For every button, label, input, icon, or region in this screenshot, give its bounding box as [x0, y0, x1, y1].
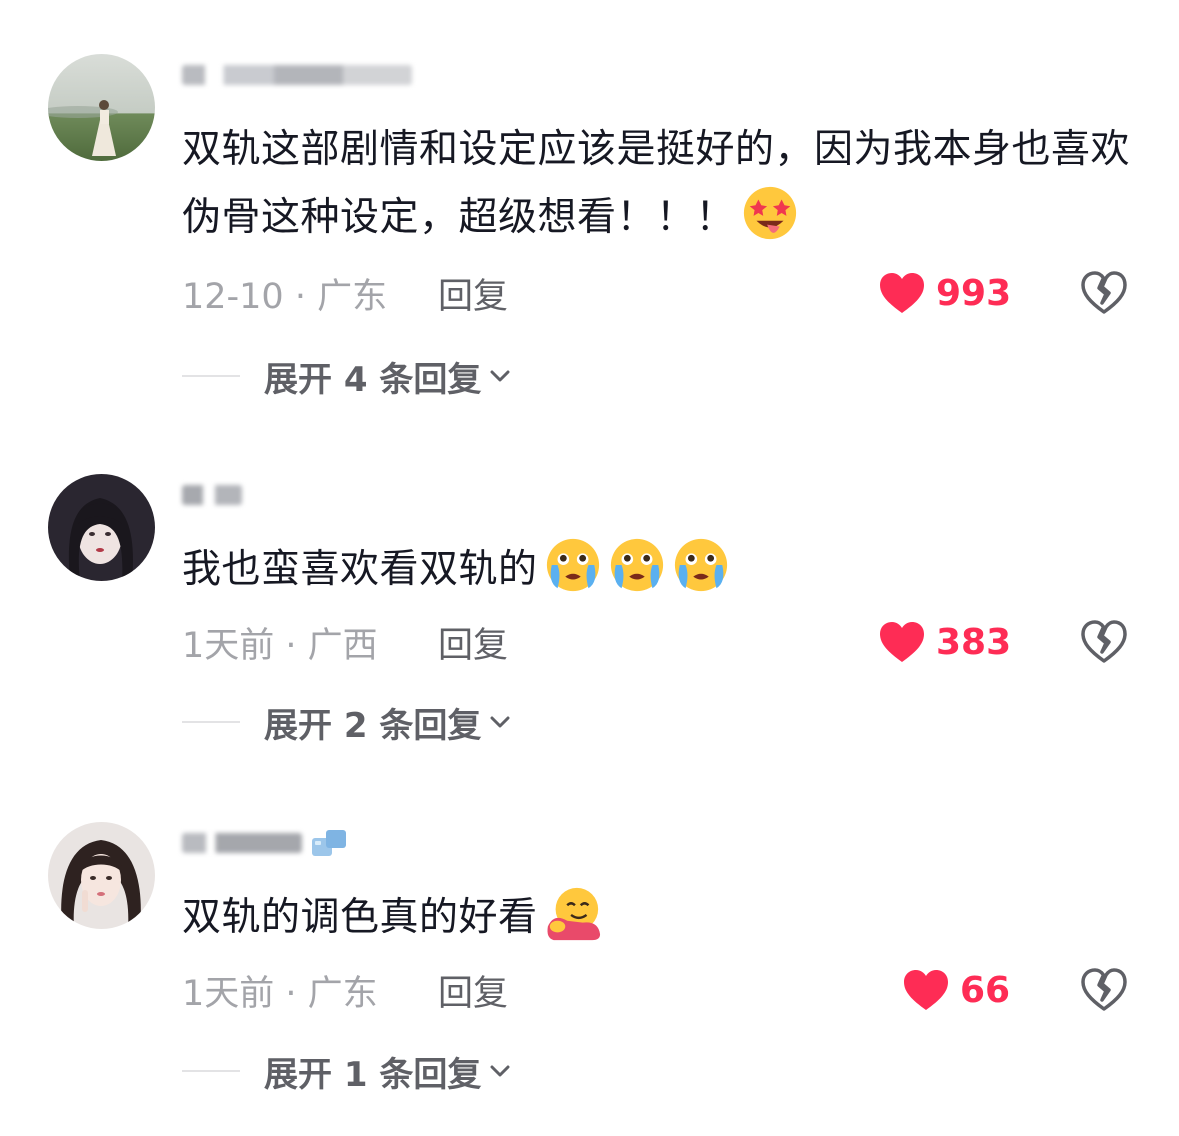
expand-replies-button[interactable]: 展开 4 条回复	[182, 354, 513, 400]
like-button[interactable]: 993	[878, 268, 1011, 318]
like-button[interactable]: 66	[902, 965, 1010, 1015]
reply-button[interactable]: 回复	[438, 965, 508, 1016]
crying-face-emoji	[544, 536, 602, 594]
expand-replies-label: 展开 2 条回复	[264, 705, 482, 746]
hugging-face-emoji	[544, 884, 602, 942]
crying-face-emoji	[608, 536, 666, 594]
starstruck-tongue-emoji	[741, 184, 799, 242]
username-blurred[interactable]	[182, 826, 348, 860]
expand-replies-button[interactable]: 展开 2 条回复	[182, 700, 513, 746]
divider-line	[182, 1070, 240, 1072]
divider-line	[182, 375, 240, 377]
like-button[interactable]: 383	[878, 617, 1011, 667]
comment-meta: 12-10 · 广东 回复	[182, 268, 508, 318]
comment-time-location: 1天前 · 广东	[182, 973, 378, 1014]
expand-replies-label: 展开 4 条回复	[264, 359, 482, 400]
comment-time-location: 12-10 · 广东	[182, 276, 388, 317]
ice-cube-icon	[312, 830, 346, 856]
comment-time-location: 1天前 · 广西	[182, 625, 378, 666]
comment-text: 我也蛮喜欢看双轨的	[182, 536, 1132, 604]
chevron-down-icon	[490, 716, 510, 728]
broken-heart-icon[interactable]	[1080, 967, 1128, 1013]
reply-button[interactable]: 回复	[438, 268, 508, 319]
username-blurred[interactable]	[182, 478, 242, 512]
broken-heart-icon[interactable]	[1080, 619, 1128, 665]
broken-heart-icon[interactable]	[1080, 270, 1128, 316]
like-count: 993	[936, 272, 1012, 314]
heart-icon	[880, 273, 924, 313]
like-count: 66	[960, 969, 1011, 1011]
avatar[interactable]	[48, 822, 155, 929]
expand-replies-label: 展开 1 条回复	[264, 1054, 482, 1095]
chevron-down-icon	[490, 370, 510, 382]
comment-meta: 1天前 · 广西 回复	[182, 617, 508, 667]
username-blurred[interactable]	[182, 58, 412, 92]
like-count: 383	[936, 621, 1012, 663]
comment-text: 双轨这部剧情和设定应该是挺好的，因为我本身也喜欢伪骨这种设定，超级想看！！！	[182, 127, 1131, 242]
comment-meta: 1天前 · 广东 回复	[182, 965, 508, 1015]
heart-icon	[904, 970, 948, 1010]
avatar[interactable]	[48, 474, 155, 581]
divider-line	[182, 721, 240, 723]
comment-text: 双轨的调色真的好看	[182, 884, 1132, 952]
heart-icon	[880, 622, 924, 662]
chevron-down-icon	[490, 1065, 510, 1077]
reply-button[interactable]: 回复	[438, 617, 508, 668]
crying-face-emoji	[672, 536, 730, 594]
avatar[interactable]	[48, 54, 155, 161]
expand-replies-button[interactable]: 展开 1 条回复	[182, 1049, 513, 1095]
